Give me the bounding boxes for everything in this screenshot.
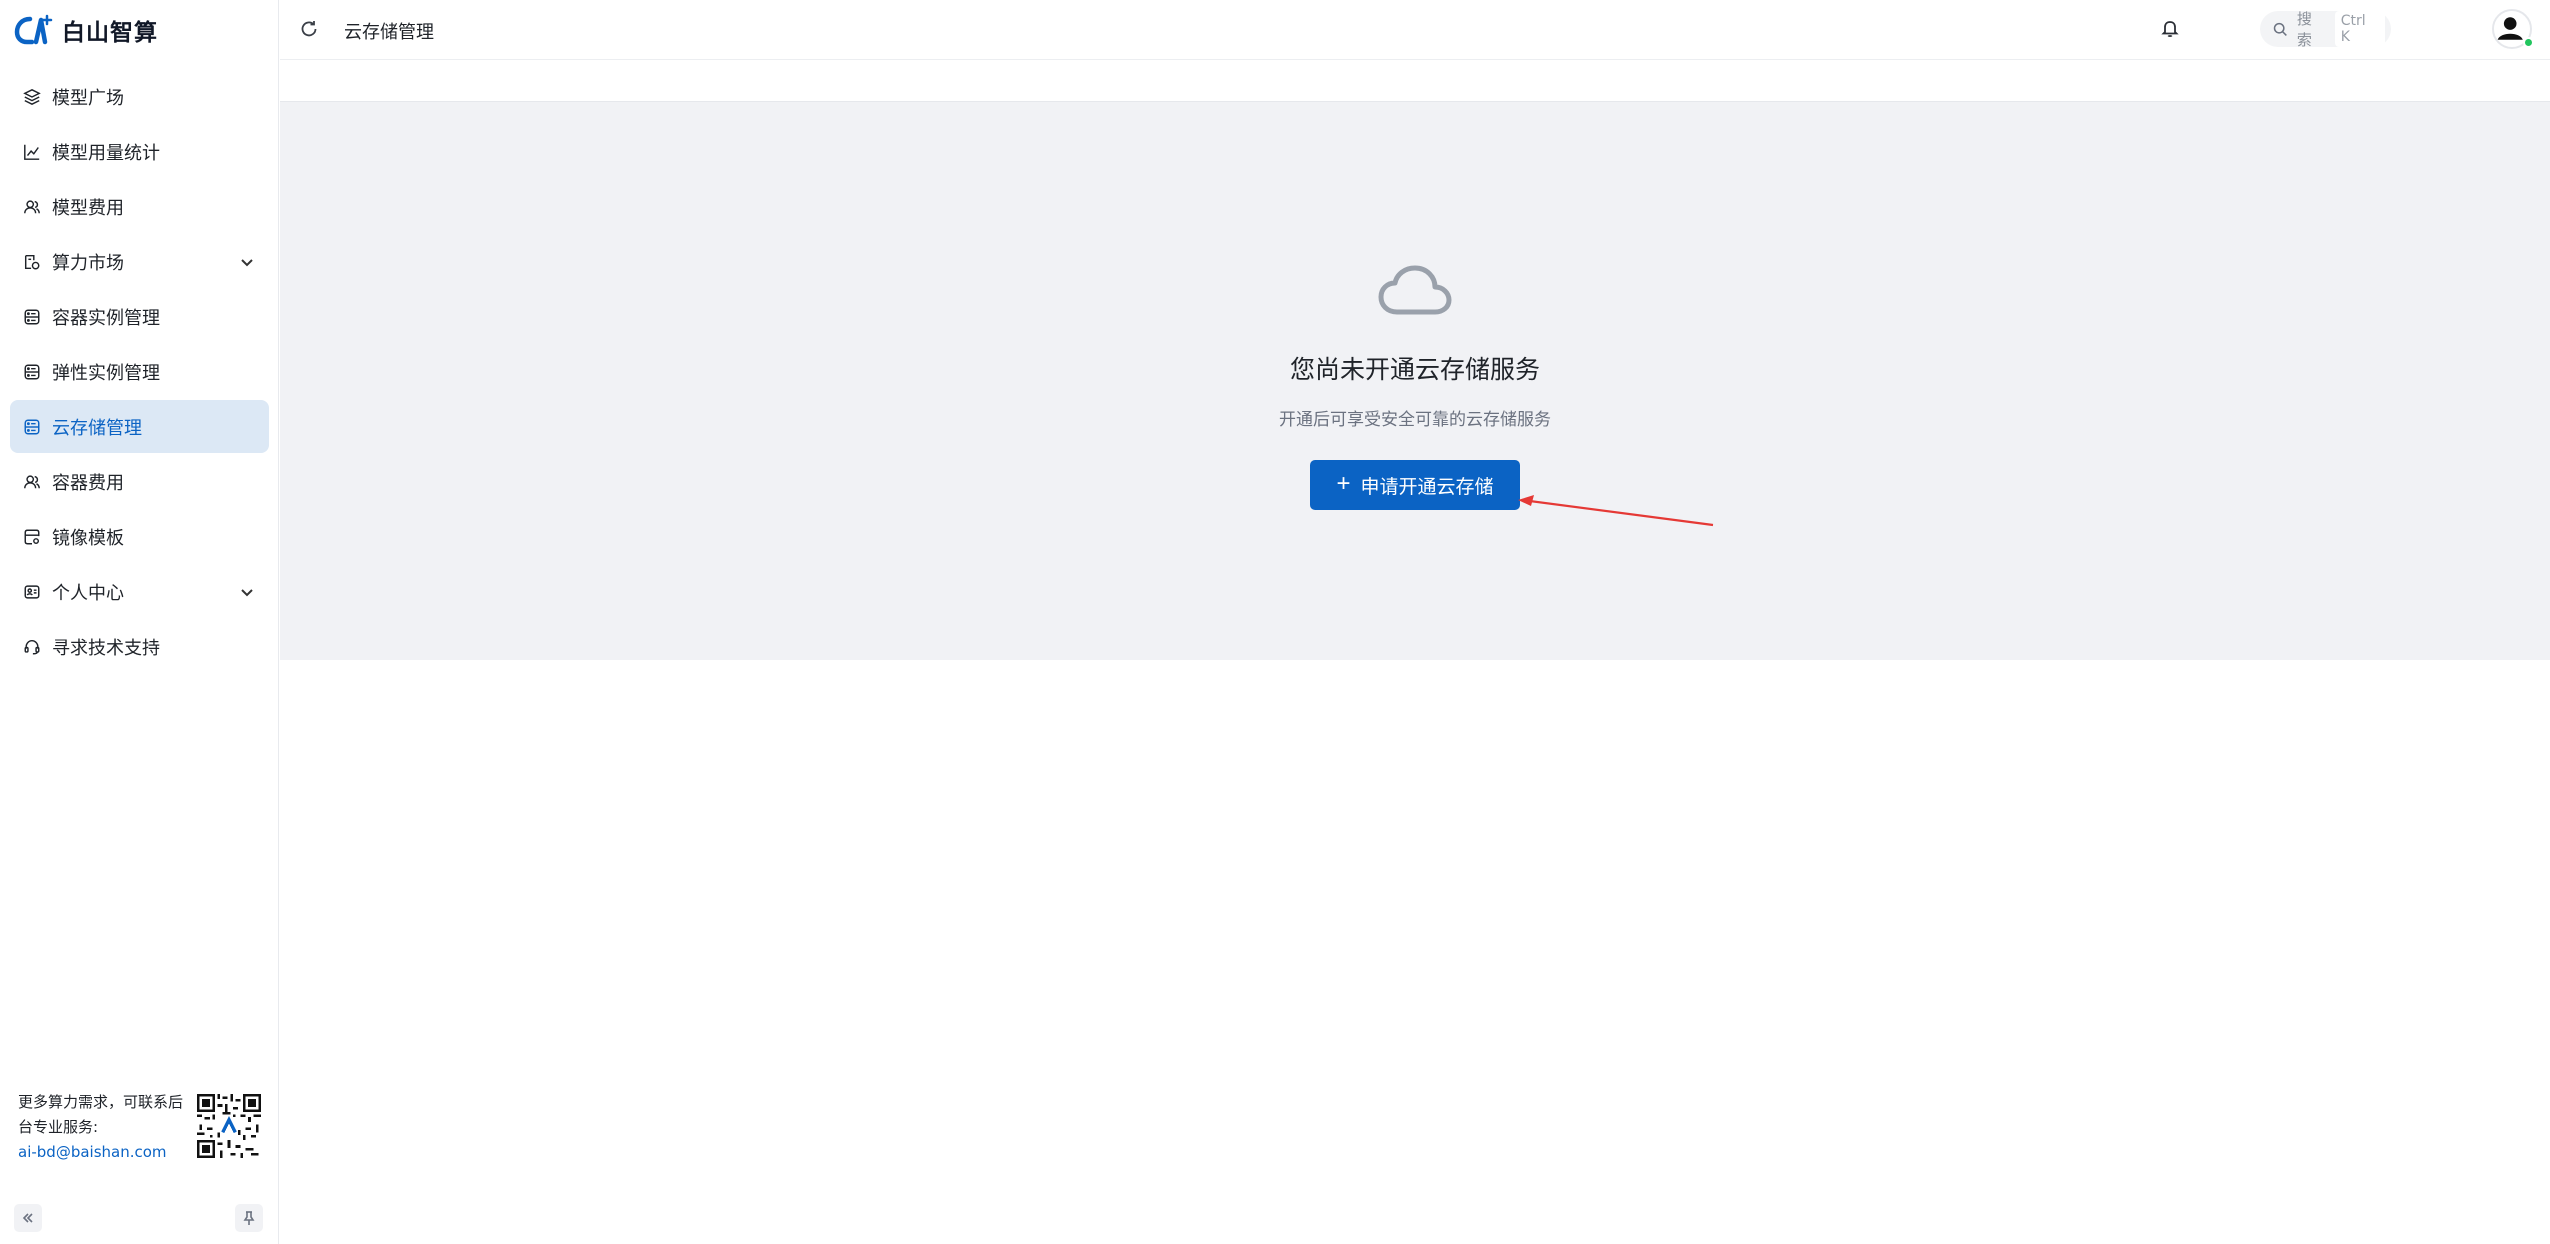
- contact-email-link[interactable]: ai-bd@baishan.com: [18, 1140, 188, 1165]
- refresh-icon[interactable]: [299, 19, 321, 41]
- cloud-icon: [1378, 265, 1452, 315]
- empty-state-subtitle: 开通后可享受安全可靠的云存储服务: [1279, 410, 1551, 430]
- market-icon: [22, 252, 42, 272]
- sidebar-item-container-instances[interactable]: 容器实例管理: [10, 290, 269, 343]
- sidebar-item-model-cost[interactable]: 模型费用: [10, 180, 269, 233]
- search-shortcut-badge: Ctrl K: [2334, 11, 2385, 47]
- sidebar: 白山智算 模型广场 模型用量统计 模型费用 算力市场 容器实例管理 弹性实例管理…: [0, 0, 279, 1244]
- collapse-sidebar-button[interactable]: [14, 1204, 42, 1232]
- pin-icon: [243, 1211, 255, 1225]
- sidebar-item-label: 模型广场: [52, 87, 124, 109]
- sidebar-item-compute-market[interactable]: 算力市场: [10, 235, 269, 288]
- sidebar-item-elastic-instances[interactable]: 弹性实例管理: [10, 345, 269, 398]
- sidebar-item-tech-support[interactable]: 寻求技术支持: [10, 620, 269, 673]
- sidebar-item-label: 弹性实例管理: [52, 362, 160, 384]
- sidebar-item-label: 容器实例管理: [52, 307, 160, 329]
- image-settings-icon: [22, 527, 42, 547]
- sidebar-item-model-usage[interactable]: 模型用量统计: [10, 125, 269, 178]
- empty-state-title: 您尚未开通云存储服务: [1289, 355, 1540, 384]
- id-card-icon: [22, 582, 42, 602]
- server-icon: [22, 307, 42, 327]
- chevron-down-icon[interactable]: [239, 254, 255, 270]
- sidebar-item-cloud-storage[interactable]: 云存储管理: [10, 400, 269, 453]
- search-box[interactable]: 搜索 Ctrl K: [2260, 10, 2391, 49]
- brand-logo[interactable]: 白山智算: [14, 10, 158, 50]
- server-icon: [22, 362, 42, 382]
- sidebar-item-label: 云存储管理: [52, 417, 142, 439]
- apply-cloud-storage-button[interactable]: + 申请开通云存储: [1310, 460, 1520, 510]
- headset-icon: [22, 637, 42, 657]
- online-status-dot: [2523, 37, 2534, 48]
- sidebar-item-label: 容器费用: [52, 472, 124, 494]
- chevron-down-icon[interactable]: [239, 584, 255, 600]
- top-header: 云存储管理 搜索 Ctrl K: [280, 0, 2550, 60]
- sidebar-item-label: 寻求技术支持: [52, 637, 160, 659]
- users-icon: [22, 197, 42, 217]
- sidebar-nav: 模型广场 模型用量统计 模型费用 算力市场 容器实例管理 弹性实例管理 云存储管…: [10, 70, 269, 675]
- content-toolbar: [280, 61, 2550, 102]
- contact-text: 更多算力需求，可联系后台专业服务:: [18, 1093, 184, 1136]
- qr-code-image: [197, 1094, 261, 1158]
- search-placeholder: 搜索: [2296, 10, 2312, 49]
- search-icon: [2273, 22, 2287, 36]
- sidebar-item-label: 模型费用: [52, 197, 124, 219]
- brand-logo-icon: [14, 14, 53, 45]
- contact-info: 更多算力需求，可联系后台专业服务: ai-bd@baishan.com: [18, 1090, 188, 1165]
- brand-name: 白山智算: [62, 20, 158, 46]
- sidebar-item-model-plaza[interactable]: 模型广场: [10, 70, 269, 123]
- server-icon: [22, 417, 42, 437]
- sidebar-item-label: 模型用量统计: [52, 142, 160, 164]
- sidebar-item-container-cost[interactable]: 容器费用: [10, 455, 269, 508]
- sidebar-item-label: 算力市场: [52, 252, 124, 274]
- double-chevron-left-icon: [22, 1213, 33, 1223]
- users-icon: [22, 472, 42, 492]
- sidebar-item-label: 个人中心: [52, 582, 124, 604]
- layers-icon: [22, 87, 42, 107]
- pin-sidebar-button[interactable]: [235, 1204, 263, 1232]
- sidebar-item-label: 镜像模板: [52, 527, 124, 549]
- breadcrumb: 云存储管理: [344, 22, 434, 43]
- line-chart-icon: [22, 142, 42, 162]
- plus-icon: +: [1336, 470, 1351, 497]
- sidebar-item-image-templates[interactable]: 镜像模板: [10, 510, 269, 563]
- apply-button-label: 申请开通云存储: [1360, 476, 1494, 498]
- bell-icon[interactable]: [2160, 18, 2182, 40]
- sidebar-item-personal-center[interactable]: 个人中心: [10, 565, 269, 618]
